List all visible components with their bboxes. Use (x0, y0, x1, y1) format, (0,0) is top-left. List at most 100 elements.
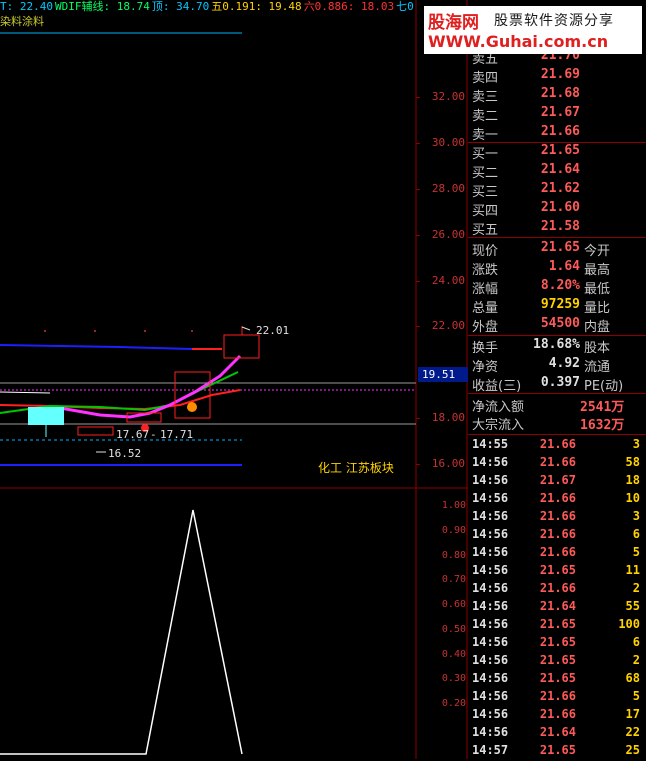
bid-label: 买三 (472, 185, 499, 200)
price-tick-mark-6 (416, 418, 420, 420)
tick-price: 21.66 (539, 455, 576, 469)
ask-price: 21.67 (540, 105, 580, 120)
tick-row: 14:55 21.66 3 (470, 437, 646, 455)
bid-row: 买一 21.65 (470, 143, 646, 162)
stat-label: 收益(三) (472, 379, 522, 394)
tick-time: 14:56 (472, 671, 509, 685)
bid-label: 买二 (472, 166, 499, 181)
bid-row: 买四 21.60 (470, 200, 646, 219)
stat-label: 总量 (472, 301, 499, 316)
price-tick-4: 24.00 (431, 273, 465, 287)
ma-blue-line (0, 344, 193, 350)
stat-label-2: 今开 (584, 244, 611, 259)
tick-volume: 55 (625, 599, 640, 613)
bid-price: 21.58 (540, 219, 580, 234)
quote-panel: 卖五 21.70 卖四 21.69 卖三 21.68 卖二 21.67 卖一 21.66 买一 21… (468, 0, 646, 759)
bid-price: 21.62 (540, 181, 580, 196)
tick-volume: 10 (625, 491, 640, 505)
bid-price: 21.64 (540, 162, 580, 177)
tick-row: 14:56 21.66 2 (470, 581, 646, 599)
price-tick-mark-2 (416, 188, 420, 190)
ask-row: 卖二 21.67 (470, 105, 646, 124)
tick-price: 21.64 (539, 725, 576, 739)
stat-row: 总量 97259 量比 (470, 297, 646, 316)
signal-marker-orange (187, 402, 197, 412)
price-tick-5: 22.00 (431, 319, 465, 333)
ask-row: 卖一 21.66 (470, 124, 646, 143)
candle-cyan (28, 407, 64, 425)
tick-time: 14:57 (472, 743, 509, 757)
tick-time: 14:56 (472, 689, 509, 703)
stat-row: 现价 21.65 今开 (470, 240, 646, 259)
osc-tick-6: 0.40 (441, 648, 466, 660)
tick-volume: 100 (618, 617, 640, 631)
tick-row: 14:56 21.66 5 (470, 545, 646, 563)
stat-value: 97259 (540, 297, 580, 312)
bid-row: 买三 21.62 (470, 181, 646, 200)
tick-price: 21.65 (539, 635, 576, 649)
annotation-low1: 17.67 (116, 428, 150, 441)
grid-dot (191, 330, 193, 332)
tick-price: 21.66 (539, 689, 576, 703)
guhai-logo: 股海网 股票软件资源分享 WWW.Guhai.com.cn (424, 6, 642, 54)
ask-label: 卖一 (472, 128, 499, 143)
tick-volume: 3 (632, 437, 640, 451)
stat-value: 8.20% (540, 278, 580, 293)
stat-label-2: 最高 (584, 263, 611, 278)
tick-row: 14:56 21.64 22 (470, 725, 646, 743)
tick-volume: 5 (632, 689, 640, 703)
tick-time: 14:56 (472, 455, 509, 469)
price-tick-2: 28.00 (431, 181, 465, 195)
price-tick-6: 18.00 (431, 411, 465, 425)
tick-price: 21.66 (539, 545, 576, 559)
osc-tick-4: 0.60 (441, 599, 466, 610)
annotation-dash: - (150, 428, 157, 441)
oscillator-line (0, 509, 243, 755)
stat-label-2: PE(动) (584, 379, 624, 394)
bid-label: 买五 (472, 223, 499, 238)
tick-volume: 68 (625, 671, 640, 685)
stat-label: 净资 (472, 360, 499, 375)
candle-red-4 (223, 334, 260, 359)
flow-value: 2541万 (580, 400, 625, 415)
tick-price: 21.66 (539, 491, 576, 505)
tick-price: 21.65 (539, 617, 576, 631)
logo-url: WWW.Guhai.com.cn (428, 32, 609, 51)
price-tick-mark-3 (416, 234, 420, 236)
bid-label: 买一 (472, 147, 499, 162)
stat-label: 涨跌 (472, 263, 499, 278)
tick-volume: 6 (632, 527, 640, 541)
price-tick-mark-4 (416, 280, 420, 282)
tick-time: 14:56 (472, 473, 509, 487)
flow-row: 大宗流入 1632万 (470, 414, 646, 433)
tick-price: 21.66 (539, 509, 576, 523)
bid-price: 21.60 (540, 200, 580, 215)
tick-price: 21.66 (539, 581, 576, 595)
ask-price: 21.69 (540, 67, 580, 82)
osc-tick-7: 0.30 (441, 673, 466, 685)
price-tick-mark-1 (416, 142, 420, 144)
tick-time: 14:56 (472, 509, 509, 523)
tick-row: 14:56 21.64 55 (470, 599, 646, 617)
tick-volume: 22 (625, 725, 640, 739)
tick-row: 14:56 21.65 6 (470, 635, 646, 653)
tick-price: 21.65 (539, 653, 576, 667)
tick-volume: 5 (632, 545, 640, 559)
tick-price: 21.66 (539, 437, 576, 451)
annotation-low2: 17.71 (160, 428, 194, 441)
stat-label-2: 内盘 (584, 320, 611, 335)
tick-volume: 17 (625, 707, 640, 721)
ask-label: 卖二 (472, 109, 499, 124)
flow-value: 1632万 (580, 418, 625, 433)
bid-row: 买五 21.58 (470, 219, 646, 238)
tick-price: 21.67 (539, 473, 576, 487)
tick-time: 14:56 (472, 599, 509, 613)
tick-row: 14:56 21.66 6 (470, 527, 646, 545)
stat-label: 现价 (472, 244, 499, 259)
stat-value: 1.64 (548, 259, 580, 274)
tick-time: 14:56 (472, 635, 509, 649)
kline-chart[interactable] (0, 0, 468, 759)
stat-row: 换手 18.68% 股本 (470, 337, 646, 356)
divider-flows (468, 434, 646, 435)
tick-price: 21.65 (539, 743, 576, 757)
